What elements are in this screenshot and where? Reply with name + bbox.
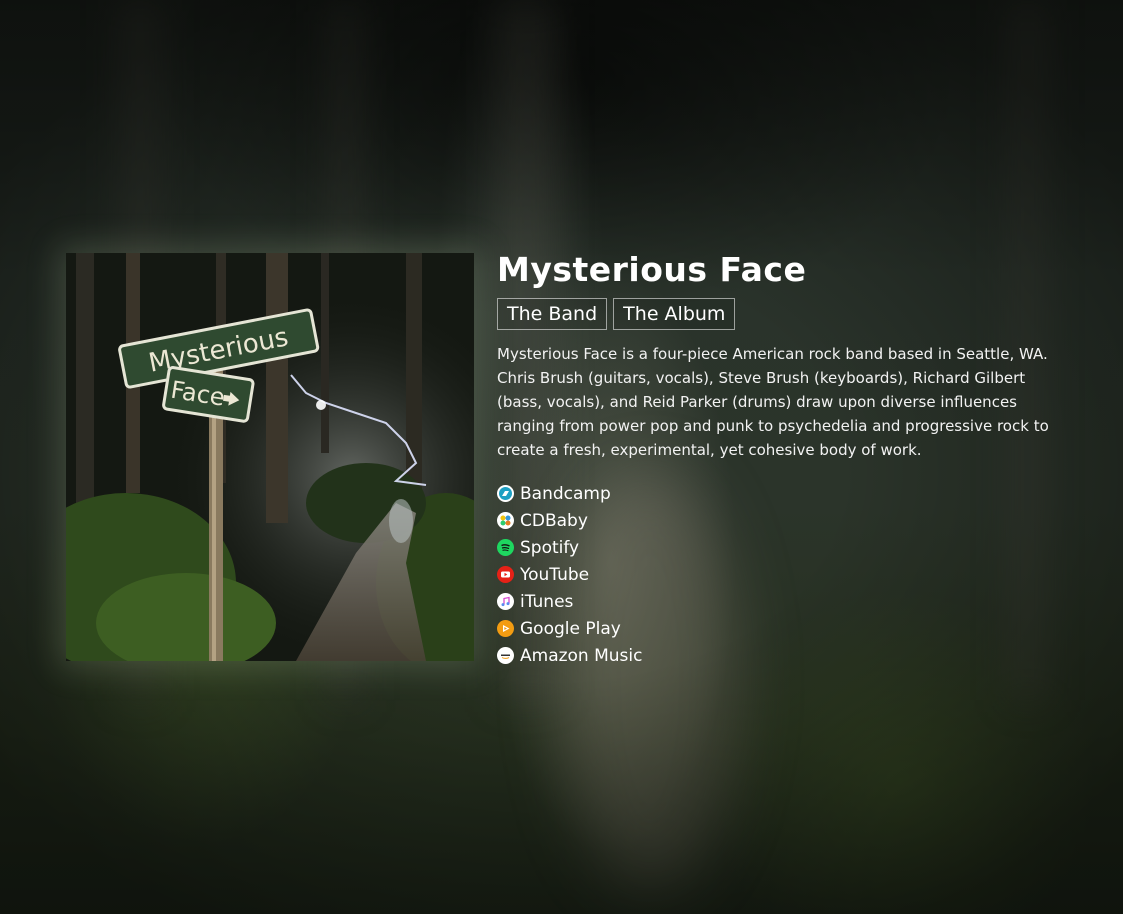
tab-the-album[interactable]: The Album	[613, 298, 736, 330]
youtube-icon	[497, 566, 514, 583]
cdbaby-icon	[497, 512, 514, 529]
link-label: Google Play	[520, 618, 621, 639]
link-label: Spotify	[520, 537, 580, 558]
link-label: CDBaby	[520, 510, 588, 531]
amazon-music-icon	[497, 647, 514, 664]
link-label: YouTube	[520, 564, 590, 585]
band-title: Mysterious Face	[497, 250, 807, 289]
section-tabs: The Band The Album	[497, 298, 1077, 330]
link-youtube[interactable]: YouTube	[497, 561, 1077, 588]
link-label: Amazon Music	[520, 645, 643, 666]
link-amazon-music[interactable]: Amazon Music	[497, 642, 1077, 669]
link-itunes[interactable]: iTunes	[497, 588, 1077, 615]
tab-the-band[interactable]: The Band	[497, 298, 608, 330]
bandcamp-icon	[497, 485, 514, 502]
link-spotify[interactable]: Spotify	[497, 534, 1077, 561]
streaming-links-list: Bandcamp CDBaby Spotify YouTube iTunes G…	[497, 480, 1077, 669]
itunes-icon	[497, 593, 514, 610]
link-label: Bandcamp	[520, 483, 611, 504]
album-cover: Mysterious Face	[66, 253, 474, 661]
link-label: iTunes	[520, 591, 574, 612]
google-play-icon	[497, 620, 514, 637]
link-google-play[interactable]: Google Play	[497, 615, 1077, 642]
link-bandcamp[interactable]: Bandcamp	[497, 480, 1077, 507]
link-cdbaby[interactable]: CDBaby	[497, 507, 1077, 534]
spotify-icon	[497, 539, 514, 556]
band-info-panel: Mysterious Face The Band The Album Myste…	[497, 250, 1077, 669]
band-description: Mysterious Face is a four-piece American…	[497, 345, 1049, 459]
